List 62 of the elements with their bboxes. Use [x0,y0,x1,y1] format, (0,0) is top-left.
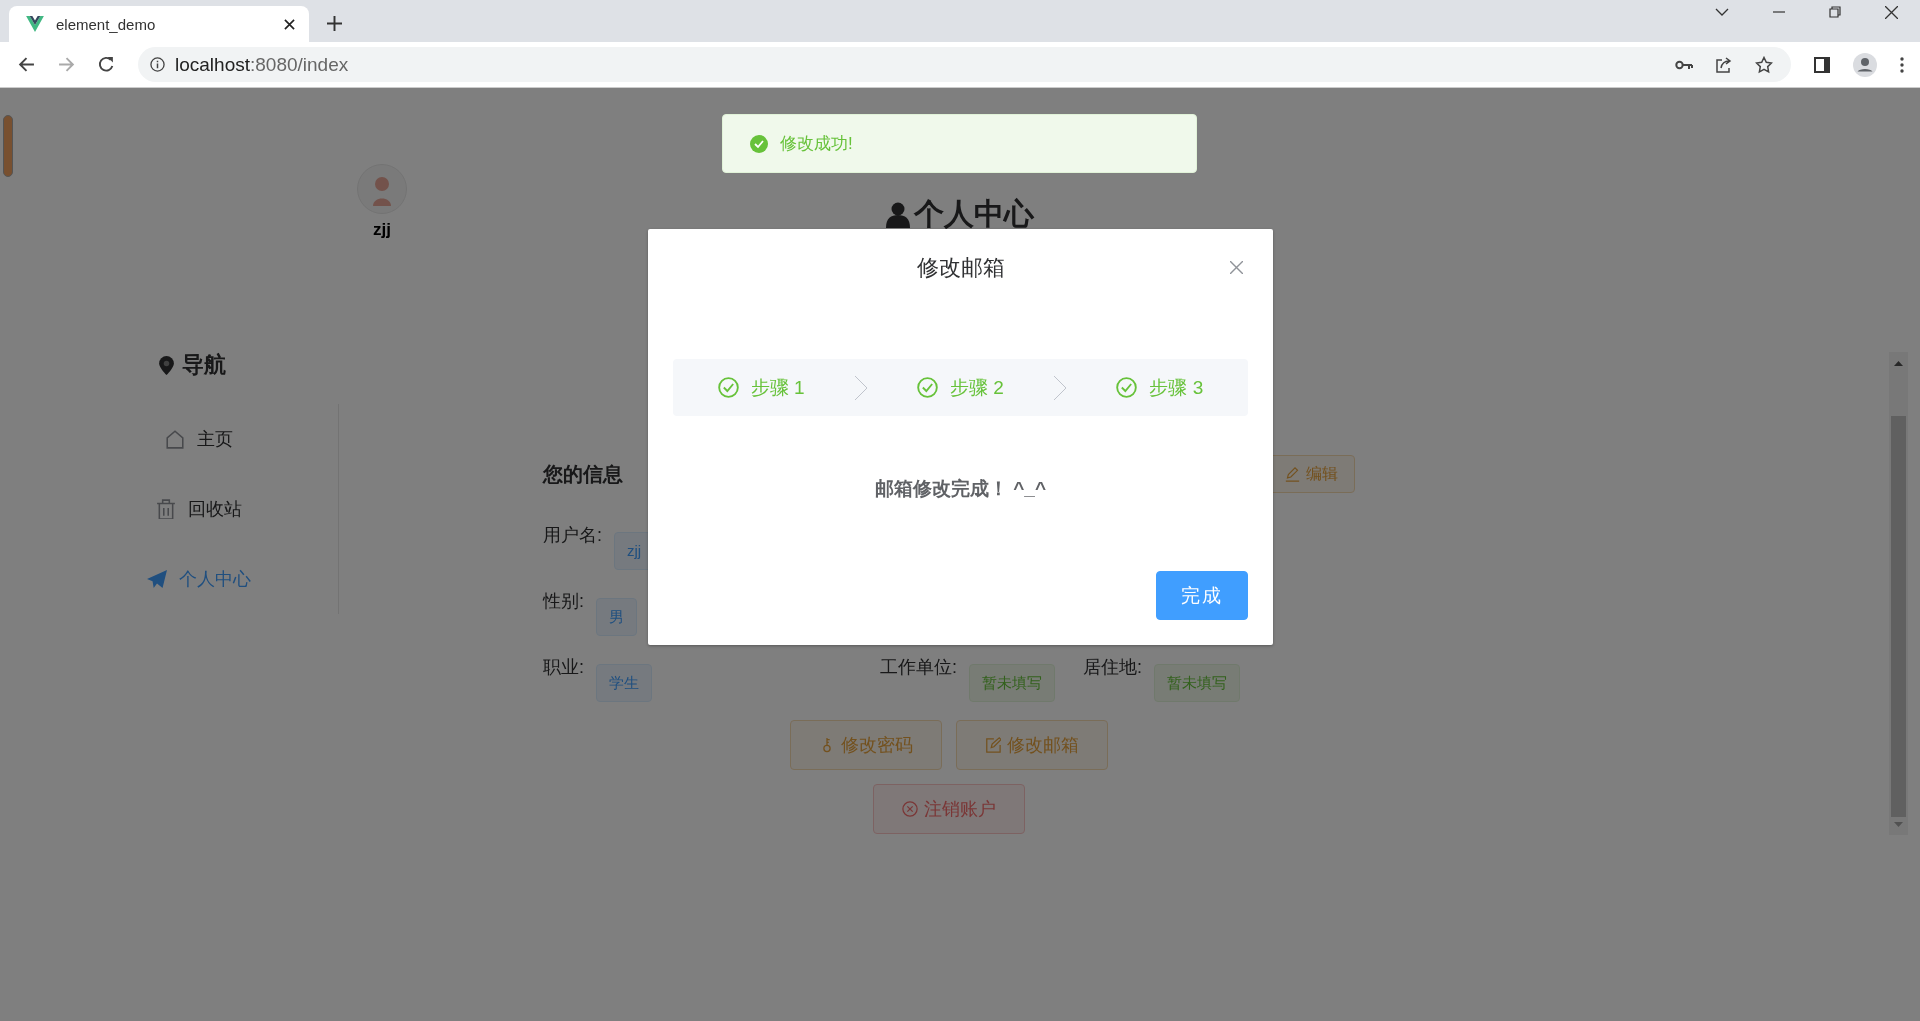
field-tag: 暂未填写 [1154,664,1240,702]
action-button[interactable]: 注销账户 [873,784,1025,834]
field-label: 居住地: [1083,656,1142,679]
menu-item[interactable]: 个人中心 [60,544,338,614]
close-circle-icon [902,801,918,817]
chevron-down-icon[interactable] [1715,8,1729,16]
key-icon[interactable] [1675,59,1693,70]
dialog-title: 修改邮箱 [916,254,1005,282]
step: 步骤 1 [717,374,805,401]
user-icon [886,201,910,228]
chevron-right-icon [1053,374,1068,401]
field-tag: 暂未填写 [969,664,1055,702]
field-label: 职业: [543,656,584,679]
check-circle-icon [1116,377,1138,398]
user-name: zjj [373,220,391,240]
nav-title: 导航 [181,351,226,379]
share-icon[interactable] [1715,55,1733,74]
section-title: 您的信息 [543,461,623,487]
side-panel-icon[interactable] [1814,56,1830,73]
plus-icon[interactable] [327,16,342,31]
v-logo-icon [26,16,44,32]
tab-title: element_demo [56,15,157,33]
chevron-right-icon [853,374,868,401]
check-circle-icon [917,377,939,398]
field-tag: 男 [596,598,637,636]
trash-icon [156,499,176,519]
scroll-handle[interactable] [3,115,13,177]
edit-icon [985,737,1001,753]
pencil-icon [1285,466,1300,482]
url-text: localhost:8080/index [175,53,349,76]
dialog-message: 邮箱修改完成！ ^_^ [873,477,1047,501]
confirm-button[interactable]: 完成 [1156,571,1248,620]
browser-tab[interactable]: element_demo [9,6,309,42]
scrollbar[interactable] [1889,352,1908,835]
close-icon[interactable] [284,18,295,30]
success-message: 修改成功! [722,114,1197,173]
field-label: 工作单位: [880,656,957,679]
back-icon[interactable] [18,56,35,73]
page-title: 个人中心 [914,196,1034,232]
check-circle-icon [717,377,739,398]
action-button[interactable]: 修改密码 [790,720,942,770]
menu-item[interactable]: 回收站 [60,474,338,544]
success-icon [750,134,768,153]
step: 步骤 3 [1116,374,1204,401]
menu-item[interactable]: 主页 [60,404,338,474]
menu-icon[interactable] [1900,56,1904,73]
field-label: 性别: [543,590,584,613]
reload-icon[interactable] [98,56,115,73]
field-label: 用户名: [543,524,602,547]
field-tag: 学生 [596,664,652,702]
address-bar[interactable]: localhost:8080/index [138,47,1791,82]
paper-plane-icon [147,569,167,589]
avatar [357,164,407,214]
restore-icon[interactable] [1829,6,1841,18]
action-button[interactable]: 修改邮箱 [956,720,1108,770]
close-icon[interactable] [1885,5,1898,19]
info-icon[interactable] [150,57,165,72]
step: 步骤 2 [917,374,1004,401]
profile-icon[interactable] [1853,52,1877,77]
location-icon [158,355,174,375]
house-icon [165,429,185,449]
star-icon[interactable] [1755,55,1773,74]
